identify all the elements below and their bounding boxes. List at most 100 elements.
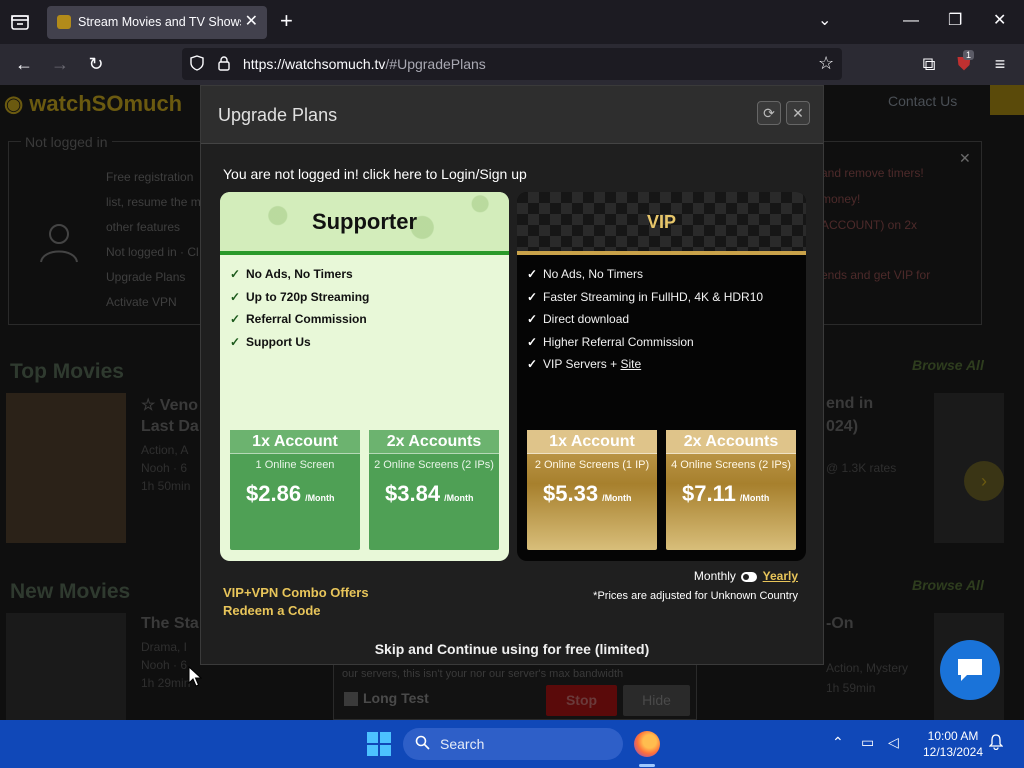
tray-chevron-up-icon[interactable]: ⌃ (832, 734, 844, 751)
checkmark-icon: ✓ (230, 289, 241, 304)
chat-bubble-icon (958, 659, 982, 681)
new-movies-heading: New Movies (10, 580, 131, 603)
active-app-indicator (639, 764, 655, 767)
movie-genre: Drama, I (141, 640, 188, 654)
price-title: 2x Accounts (369, 430, 499, 454)
feature-item: ✓ Up to 720p Streaming (230, 289, 370, 304)
bookmark-star-icon[interactable]: ☆ (818, 53, 834, 74)
tracking-shield-icon[interactable] (189, 55, 205, 75)
new-tab-button[interactable]: + (280, 10, 293, 32)
feature-item: ✓ No Ads, No Timers (527, 267, 644, 281)
stop-test-button[interactable]: Stop (546, 685, 617, 716)
carousel-next-arrow-icon[interactable]: › (964, 461, 1004, 501)
movie-title[interactable]: 024) (826, 418, 858, 436)
close-window-button[interactable]: ✕ (993, 12, 1006, 30)
price-screens: 2 Online Screens (2 IPs) (374, 459, 494, 471)
price-amount: $2.86/Month (246, 481, 335, 506)
long-test-checkbox[interactable] (344, 692, 358, 706)
yearly-label[interactable]: Yearly (763, 569, 798, 583)
address-bar[interactable]: https://watchsomuch.tv/#UpgradePlans ☆ (182, 48, 842, 80)
minimize-button[interactable]: — (903, 12, 919, 30)
movie-genre: Action, A (141, 443, 189, 457)
promo-text-line: ends and get VIP for (821, 268, 931, 282)
movie-title[interactable]: -On (826, 615, 854, 633)
checkmark-icon: ✓ (527, 357, 538, 371)
site-favicon-icon (57, 15, 71, 29)
price-option-1x[interactable]: 1x Account 1 Online Screen $2.86/Month (230, 430, 360, 550)
reload-icon[interactable]: ↻ (85, 53, 107, 75)
movie-title[interactable]: ☆ Veno (141, 395, 198, 415)
price-option-2x[interactable]: 2x Accounts 2 Online Screens (2 IPs) $3.… (369, 430, 499, 550)
movie-title[interactable]: end in (826, 395, 873, 413)
movie-title[interactable]: Last Da (141, 418, 199, 436)
mouse-cursor-icon (188, 666, 202, 687)
site-link[interactable]: Site (620, 357, 641, 371)
login-text-line[interactable]: Activate VPN (106, 295, 177, 309)
redeem-code-link[interactable]: Redeem a Code (223, 603, 321, 618)
windows-start-icon[interactable] (367, 732, 391, 756)
price-option-1x[interactable]: 1x Account 2 Online Screens (1 IP) $5.33… (527, 430, 657, 550)
browser-tab-active[interactable]: Stream Movies and TV Shows F ✕ (47, 6, 267, 39)
login-text-line: list, resume the m (106, 195, 201, 209)
plan-name: VIP (646, 212, 676, 232)
modal-close-icon[interactable]: ✕ (786, 101, 810, 125)
user-avatar-icon (39, 220, 79, 264)
movie-poster[interactable] (6, 613, 126, 720)
prices-note: *Prices are adjusted for Unknown Country (593, 590, 798, 602)
tab-close-icon[interactable]: ✕ (245, 14, 258, 30)
network-icon[interactable]: ▭ (861, 734, 874, 751)
movie-poster[interactable] (6, 393, 126, 543)
price-screens: 2 Online Screens (1 IP) (534, 459, 650, 471)
price-amount: $5.33/Month (543, 481, 632, 506)
promo-text-line: and remove timers! (821, 166, 924, 180)
movie-title[interactable]: The Sta (141, 615, 199, 633)
taskbar-search[interactable]: Search (403, 728, 623, 760)
clock-time: 10:00 AM (927, 729, 979, 743)
login-box-close-icon[interactable]: ✕ (959, 150, 971, 167)
movie-duration: 1h 29min (141, 676, 191, 690)
plan-name: Supporter (311, 209, 418, 234)
taskbar-clock[interactable]: 10:00 AM 12/13/2024 (918, 728, 988, 760)
combo-offers-link[interactable]: VIP+VPN Combo Offers (223, 585, 369, 600)
skip-continue-link[interactable]: Skip and Continue using for free (limite… (201, 641, 823, 657)
firefox-taskbar-icon[interactable] (634, 731, 660, 757)
price-option-2x[interactable]: 2x Accounts 4 Online Screens (2 IPs) $7.… (666, 430, 796, 550)
top-movies-heading: Top Movies (10, 360, 124, 383)
feature-item: ✓ Support Us (230, 334, 311, 349)
checkmark-icon: ✓ (230, 312, 241, 326)
feature-item: ✓ Faster Streaming in FullHD, 4K & HDR10 (527, 289, 764, 304)
browse-all-link[interactable]: Browse All (912, 357, 984, 373)
contact-us-link[interactable]: Contact Us (888, 93, 957, 109)
login-text-line[interactable]: Upgrade Plans (106, 270, 185, 284)
upgrade-plans-modal: Upgrade Plans ⟳ ✕ You are not logged in!… (200, 85, 824, 665)
login-text-line: Free registration (106, 170, 194, 184)
login-box-label: Not logged in (21, 134, 112, 150)
site-logo: ◉ watchSOmuch (4, 91, 183, 116)
login-signup-link[interactable]: You are not logged in! click here to Log… (223, 166, 527, 182)
checkmark-icon: ✓ (527, 267, 538, 281)
lock-icon[interactable] (217, 55, 231, 75)
forward-arrow-icon[interactable]: → (49, 53, 71, 75)
monthly-label[interactable]: Monthly (694, 569, 736, 583)
extensions-puzzle-icon[interactable]: ⧉ (918, 53, 940, 75)
vip-banner: VIP (517, 192, 806, 255)
menu-hamburger-icon[interactable]: ≡ (989, 53, 1011, 75)
browse-all-link[interactable]: Browse All (912, 577, 984, 593)
chat-support-button[interactable] (940, 640, 1000, 700)
hide-test-button[interactable]: Hide (623, 685, 690, 716)
volume-icon[interactable]: ◁ (888, 734, 899, 751)
notification-bell-icon[interactable] (988, 734, 1004, 753)
movie-meta: Nooh · 6 (141, 658, 188, 672)
site-search-icon[interactable] (990, 85, 1024, 115)
movie-duration: 1h 50min (141, 479, 191, 493)
back-arrow-icon[interactable]: ← (13, 53, 35, 75)
price-amount: $7.11/Month (682, 481, 770, 506)
refresh-icon[interactable]: ⟳ (757, 101, 781, 125)
extension-badge: 1 (963, 50, 975, 60)
feature-item: ✓ Higher Referral Commission (527, 334, 694, 349)
billing-toggle-row: Monthly Yearly (694, 569, 798, 583)
maximize-button[interactable]: ❐ (948, 12, 962, 30)
tab-list-icon[interactable] (8, 10, 32, 34)
tab-list-chevron-icon[interactable]: ⌄ (818, 12, 831, 30)
billing-toggle-switch[interactable] (741, 571, 758, 582)
